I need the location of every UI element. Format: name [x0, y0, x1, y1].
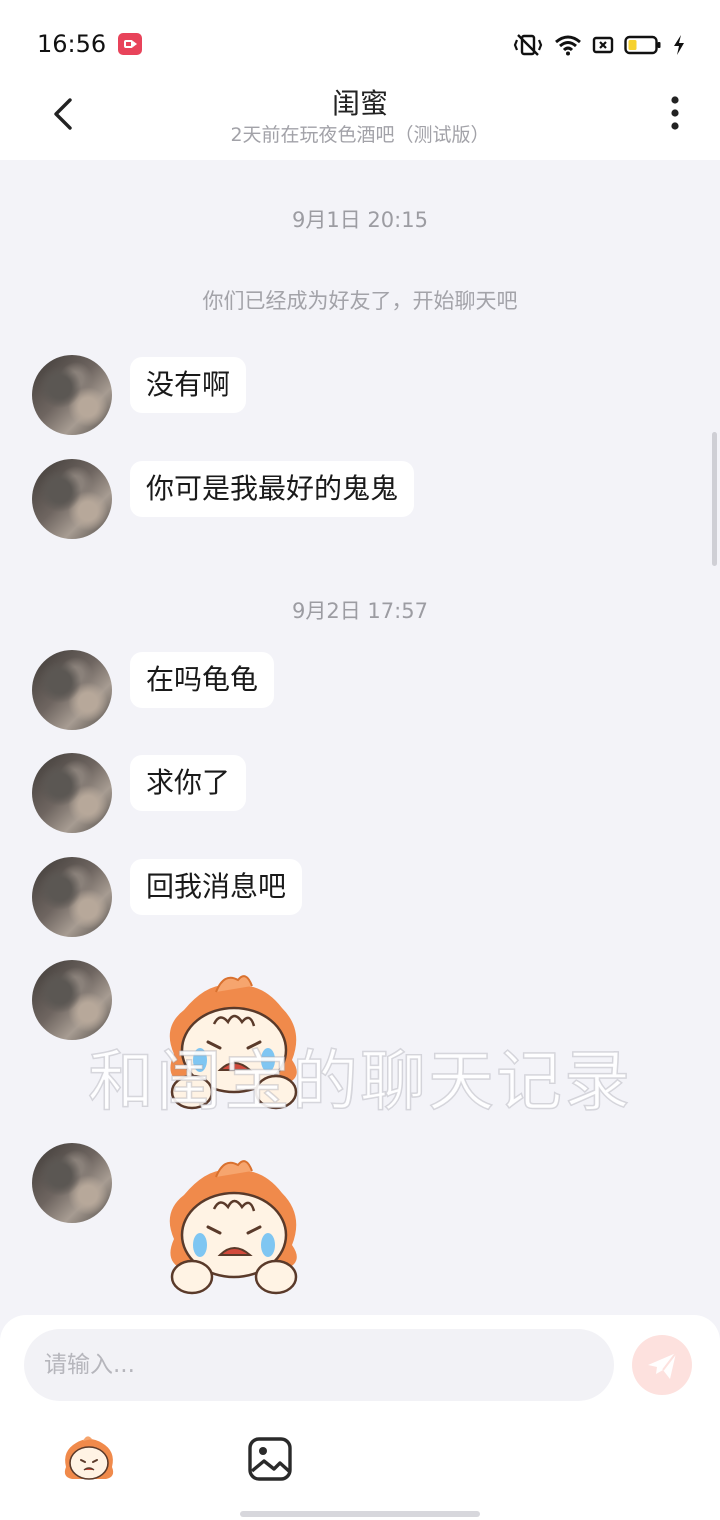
- status-bar: 16:56: [0, 0, 720, 80]
- status-time: 16:56: [37, 30, 107, 58]
- emoji-icon[interactable]: [60, 1433, 118, 1485]
- input-placeholder: 请输入...: [44, 1352, 135, 1378]
- message-row: 在吗龟龟: [32, 650, 692, 732]
- avatar[interactable]: [32, 650, 112, 730]
- avatar[interactable]: [32, 960, 112, 1040]
- message-bubble[interactable]: 在吗龟龟: [130, 652, 275, 708]
- avatar[interactable]: [32, 753, 112, 833]
- presence-status: 2天前在玩夜色酒吧（测试版）: [230, 124, 490, 146]
- battery-icon: [624, 35, 661, 55]
- message-row: [32, 960, 692, 1120]
- message-input[interactable]: 请输入...: [24, 1329, 614, 1401]
- avatar[interactable]: [32, 857, 112, 937]
- timestamp: 9月2日 17:57: [292, 599, 428, 623]
- vibrate-icon: [513, 34, 543, 56]
- image-icon[interactable]: [246, 1435, 294, 1483]
- home-indicator[interactable]: [240, 1511, 480, 1517]
- message-row: [32, 1143, 692, 1303]
- more-icon[interactable]: [660, 94, 690, 134]
- crying-mascot-sticker[interactable]: [154, 972, 314, 1122]
- crying-mascot-sticker[interactable]: [154, 1157, 314, 1307]
- message-bubble[interactable]: 没有啊: [130, 357, 247, 413]
- message-row: 求你了: [32, 753, 692, 835]
- chat-header: 闺蜜 2天前在玩夜色酒吧（测试版）: [0, 80, 720, 160]
- message-bubble[interactable]: 求你了: [130, 755, 247, 811]
- chat-messages[interactable]: 9月1日 20:15 你们已经成为好友了，开始聊天吧 没有啊 你可是我最好的鬼鬼…: [0, 160, 720, 1315]
- page-title: 闺蜜: [331, 87, 388, 120]
- scrollbar[interactable]: [712, 432, 717, 566]
- screen-record-icon: [118, 33, 142, 55]
- message-bubble[interactable]: 你可是我最好的鬼鬼: [130, 461, 415, 517]
- avatar[interactable]: [32, 1143, 112, 1223]
- wifi-icon: [555, 35, 581, 56]
- message-row: 回我消息吧: [32, 857, 692, 939]
- system-message: 你们已经成为好友了，开始聊天吧: [202, 289, 518, 313]
- timestamp: 9月1日 20:15: [292, 208, 428, 232]
- message-row: 没有啊: [32, 355, 692, 437]
- message-bubble[interactable]: 回我消息吧: [130, 859, 303, 915]
- status-icons: [512, 31, 686, 59]
- message-row: 你可是我最好的鬼鬼: [32, 459, 692, 541]
- send-icon: [648, 1352, 677, 1379]
- send-button[interactable]: [632, 1335, 692, 1395]
- avatar[interactable]: [32, 459, 112, 539]
- charging-icon: [674, 35, 684, 55]
- input-panel: 请输入...: [0, 1315, 720, 1520]
- avatar[interactable]: [32, 355, 112, 435]
- sim-icon: [592, 36, 614, 54]
